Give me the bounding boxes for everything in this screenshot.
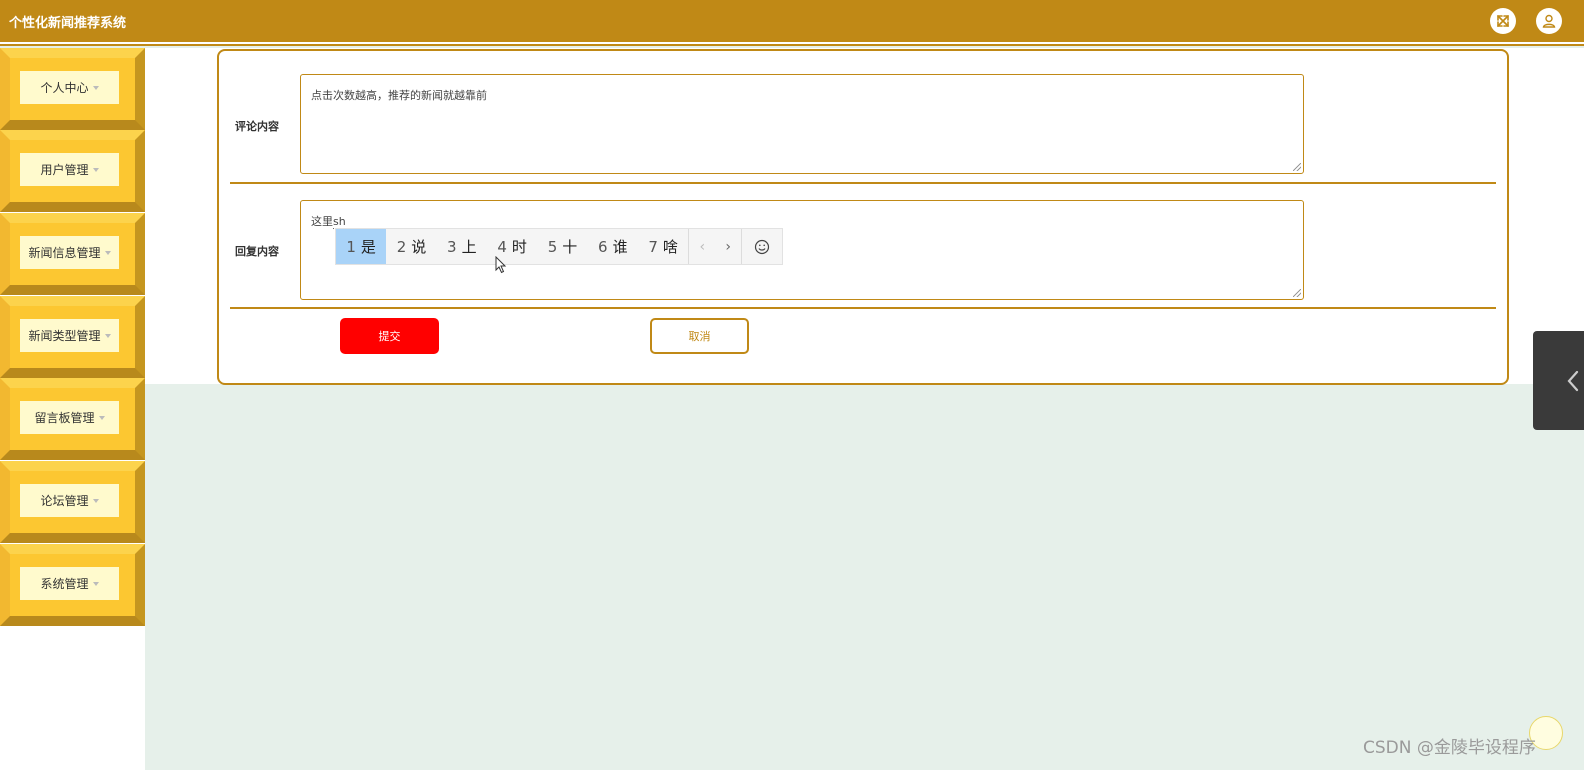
caret-down-icon — [92, 498, 99, 503]
sidebar-item-news-type-management[interactable]: 新闻类型管理 — [0, 296, 145, 378]
side-panel-toggle[interactable] — [1533, 331, 1584, 430]
chevron-left-icon: ‹ — [699, 238, 706, 255]
chevron-right-icon: › — [725, 238, 731, 255]
reply-content-value: 这里 — [311, 215, 333, 228]
user-icon — [1542, 14, 1556, 28]
user-button[interactable] — [1536, 8, 1562, 34]
sidebar-item-label: 个人中心 — [40, 81, 89, 95]
sidebar-item-label: 新闻类型管理 — [28, 329, 101, 343]
sidebar-item-message-board-management[interactable]: 留言板管理 — [0, 378, 145, 460]
resize-grip-icon[interactable] — [1293, 163, 1301, 171]
comment-content-textarea[interactable]: 点击次数越高，推荐的新闻就越靠前 — [300, 74, 1304, 174]
comment-content-value: 点击次数越高，推荐的新闻就越靠前 — [311, 89, 487, 102]
form-divider — [230, 182, 1496, 184]
ime-composition-text: sh — [333, 215, 346, 229]
resize-grip-icon[interactable] — [1293, 289, 1301, 297]
ime-candidate[interactable]: 5十 — [537, 229, 587, 264]
header-divider — [0, 42, 1584, 46]
fullscreen-button[interactable] — [1490, 8, 1516, 34]
submit-button[interactable]: 提交 — [340, 318, 439, 354]
caret-down-icon — [104, 333, 111, 338]
ime-candidate[interactable]: 3上 — [437, 229, 487, 264]
chevron-left-icon — [1567, 370, 1579, 391]
caret-down-icon — [104, 250, 111, 255]
ime-candidate[interactable]: 2说 — [386, 229, 436, 264]
smiley-icon — [754, 239, 770, 254]
sidebar-item-news-info-management[interactable]: 新闻信息管理 — [0, 213, 145, 295]
ime-candidate-window: 1是 2说 3上 4时 5十 6谁 7啥 ‹ › — [335, 228, 783, 265]
ime-candidate[interactable]: 6谁 — [588, 229, 638, 264]
fullscreen-icon — [1497, 15, 1509, 27]
app-title: 个性化新闻推荐系统 — [9, 16, 127, 31]
sidebar-item-personal-center[interactable]: 个人中心 — [0, 48, 145, 130]
sidebar-item-label: 用户管理 — [40, 163, 89, 177]
sidebar-item-label: 系统管理 — [40, 577, 89, 591]
ime-candidate[interactable]: 7啥 — [638, 229, 688, 264]
sidebar-item-label: 论坛管理 — [40, 494, 89, 508]
ime-candidate[interactable]: 1是 — [336, 229, 387, 264]
cancel-button[interactable]: 取消 — [650, 318, 749, 354]
caret-down-icon — [98, 415, 105, 420]
comment-content-label: 评论内容 — [235, 120, 279, 133]
sidebar-item-label: 留言板管理 — [34, 411, 95, 425]
sidebar-item-label: 新闻信息管理 — [28, 246, 101, 260]
sidebar-item-forum-management[interactable]: 论坛管理 — [0, 461, 145, 543]
ime-prev-page-button[interactable]: ‹ — [689, 229, 715, 264]
sidebar-item-user-management[interactable]: 用户管理 — [0, 130, 145, 212]
caret-down-icon — [92, 581, 99, 586]
top-header: 个性化新闻推荐系统 — [0, 0, 1584, 42]
watermark: CSDN @金陵毕设程序 — [1363, 738, 1536, 758]
reply-content-label: 回复内容 — [235, 245, 279, 258]
form-divider — [230, 307, 1496, 309]
ime-next-page-button[interactable]: › — [715, 229, 741, 264]
caret-down-icon — [92, 167, 99, 172]
mouse-pointer-icon — [495, 256, 507, 274]
sidebar-item-system-management[interactable]: 系统管理 — [0, 544, 145, 626]
caret-down-icon — [92, 85, 99, 90]
ime-emoji-button[interactable] — [742, 229, 782, 264]
sidebar: 个人中心 用户管理 新闻信息管理 新闻类型管理 留言板管理 论坛管理 系统管理 — [0, 48, 145, 770]
